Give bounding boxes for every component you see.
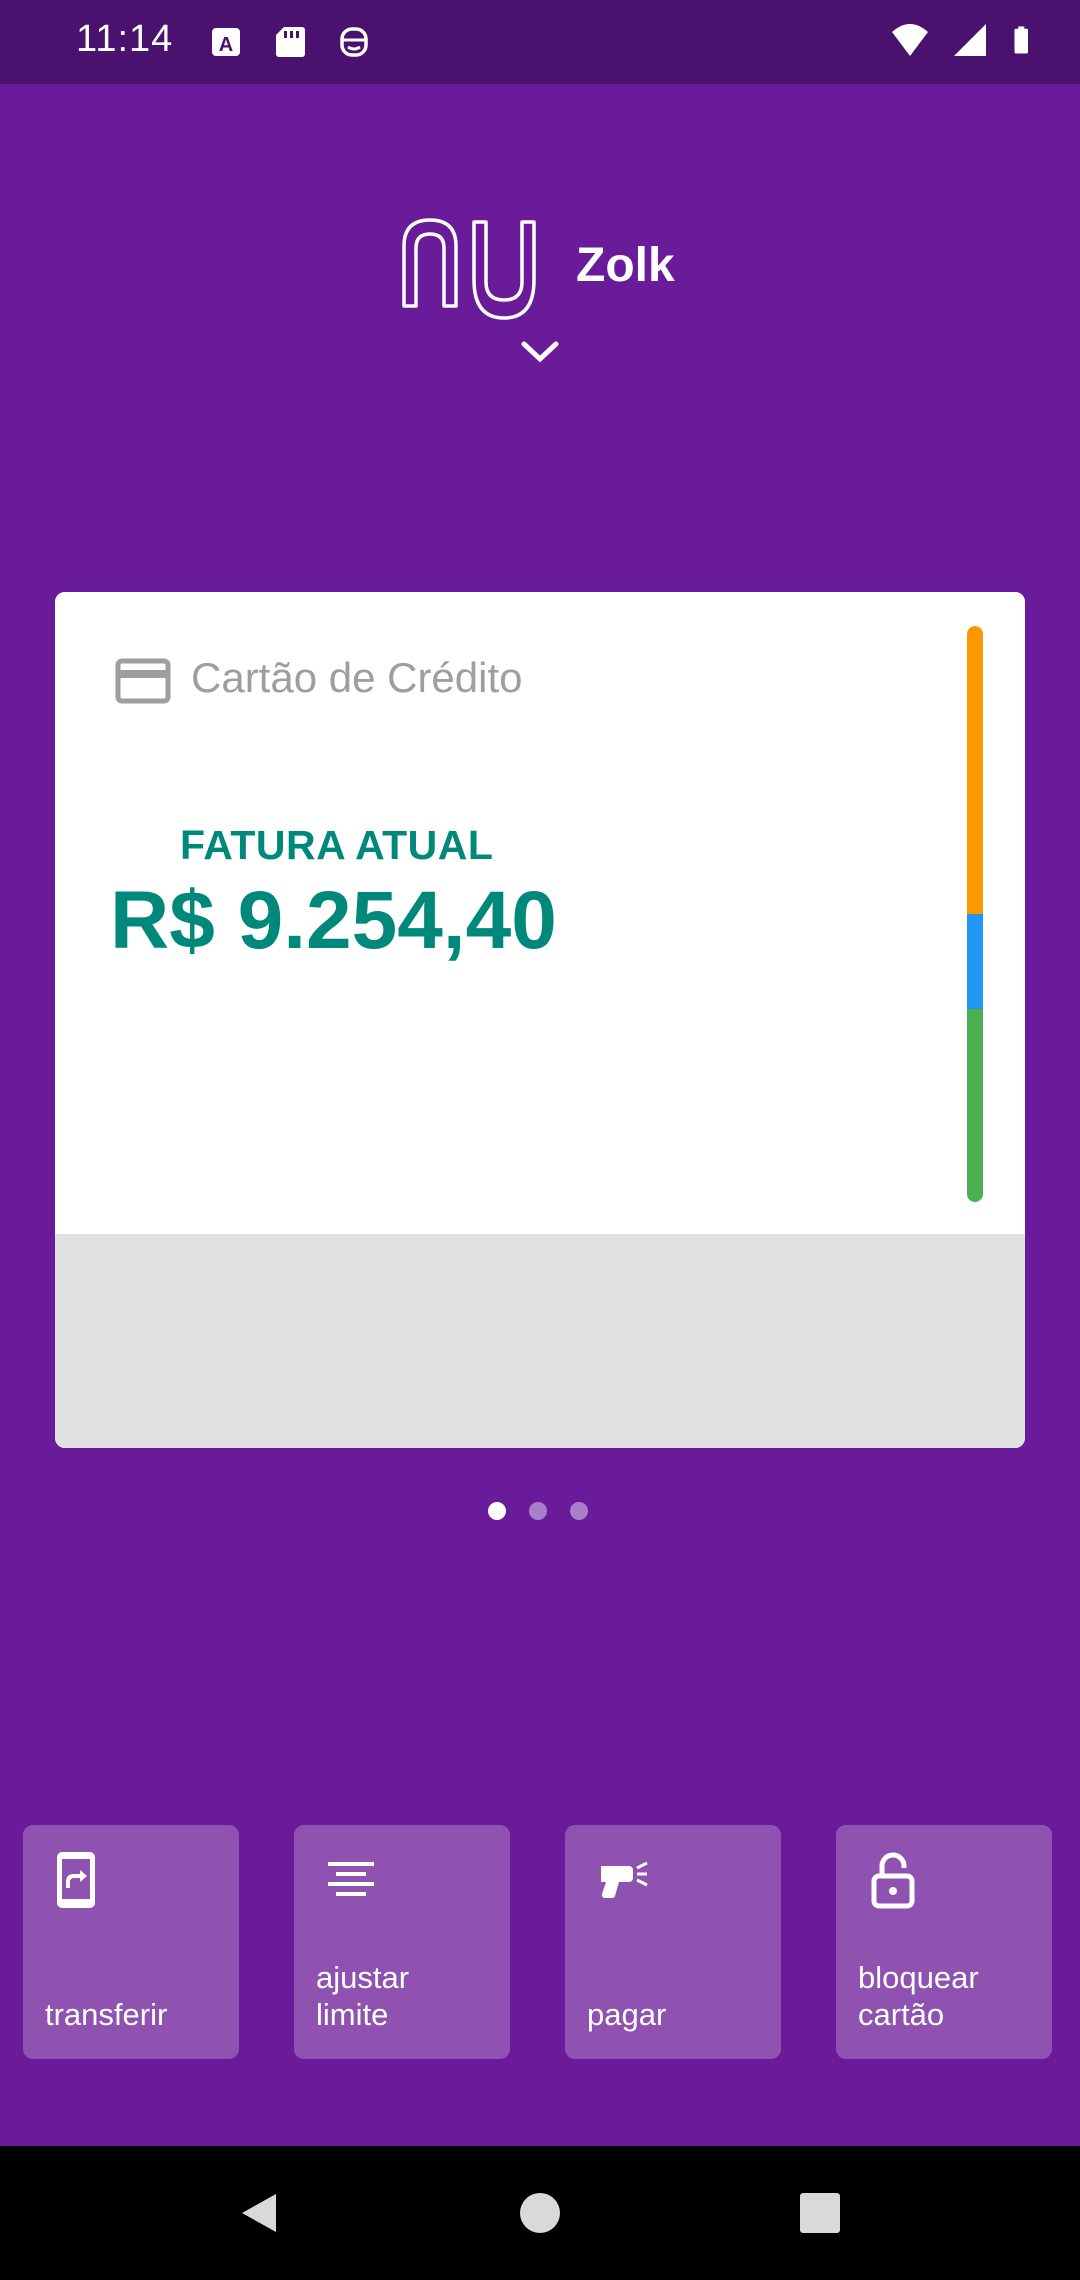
credit-card-icon	[115, 658, 171, 704]
pagination-dot[interactable]	[570, 1502, 588, 1520]
action-bar: transferir ajustar limite pagar bloquear…	[23, 1825, 1057, 2059]
card-footer	[55, 1234, 1025, 1448]
limit-bar-segment	[967, 1009, 983, 1202]
pay-label: pagar	[587, 1997, 667, 2032]
credit-card-panel[interactable]: Cartão de Crédito FATURA ATUAL R$ 9.254,…	[55, 592, 1025, 1448]
pagination-dot[interactable]	[488, 1502, 506, 1520]
home-icon[interactable]	[517, 2190, 563, 2236]
header: Zolk	[0, 200, 1080, 370]
limit-bar	[967, 626, 983, 1202]
recents-icon[interactable]	[797, 2190, 843, 2236]
transfer-label: transferir	[45, 1997, 168, 2032]
nu-logo[interactable]	[400, 210, 552, 322]
status-time: 11:14	[76, 18, 174, 60]
phone-transfer-icon	[57, 1852, 95, 1908]
sd-card-icon	[276, 27, 305, 57]
battery-icon	[1014, 26, 1028, 54]
status-icons-left: A	[206, 22, 374, 62]
invoice-amount: R$ 9.254,40	[110, 875, 557, 966]
status-icons-right	[890, 20, 1040, 60]
user-name[interactable]: Zolk	[576, 238, 675, 293]
pay-button[interactable]: pagar	[565, 1825, 781, 2059]
a-icon: A	[212, 28, 240, 56]
adjust-limit-button[interactable]: ajustar limite	[294, 1825, 510, 2059]
wifi-icon	[892, 24, 928, 56]
svg-text:A: A	[219, 34, 233, 56]
system-nav-bar	[0, 2146, 1080, 2280]
pagination-dots	[488, 1502, 588, 1520]
block-card-button[interactable]: bloquear cartão	[836, 1825, 1052, 2059]
block-card-label: bloquear cartão	[858, 1960, 979, 2032]
status-bar: 11:14 A	[0, 0, 1080, 84]
adjust-limit-label: ajustar limite	[316, 1960, 410, 2032]
card-content: Cartão de Crédito FATURA ATUAL R$ 9.254,…	[55, 592, 1025, 1234]
limit-bar-segment	[967, 914, 983, 1010]
chevron-down-icon[interactable]	[520, 340, 560, 364]
transfer-button[interactable]: transferir	[23, 1825, 239, 2059]
barcode-scanner-icon	[601, 1861, 648, 1899]
align-center-icon	[328, 1862, 374, 1896]
signal-icon	[954, 24, 986, 56]
pagination-dot[interactable]	[529, 1502, 547, 1520]
back-icon[interactable]	[236, 2190, 282, 2236]
face-icon	[340, 27, 368, 57]
invoice-label: FATURA ATUAL	[180, 822, 494, 868]
card-title: Cartão de Crédito	[191, 654, 523, 701]
lock-open-icon	[871, 1852, 915, 1909]
limit-bar-segment	[967, 626, 983, 914]
